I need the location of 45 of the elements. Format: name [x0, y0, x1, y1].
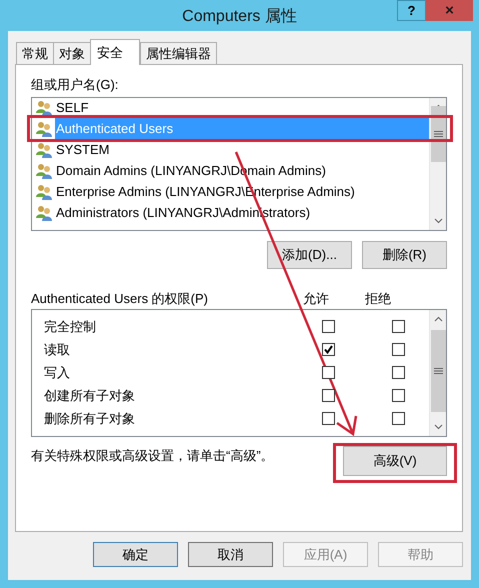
button[interactable]: 删除(R): [362, 241, 447, 269]
users-icon: [36, 204, 53, 220]
window-title: Computers 属性: [182, 7, 297, 27]
permission-name: 完全控制: [44, 318, 97, 336]
tab[interactable]: 安全: [90, 39, 140, 65]
tab[interactable]: 常规: [16, 42, 54, 64]
advanced-note: 有关特殊权限或高级设置，请单击“高级”。: [31, 447, 275, 465]
close-button[interactable]: ×: [426, 0, 473, 21]
users-icon: [36, 120, 53, 136]
checkbox[interactable]: [392, 366, 405, 379]
list-item[interactable]: SELF: [55, 98, 429, 118]
users-icon: [36, 162, 53, 178]
checkbox[interactable]: [392, 320, 405, 333]
permission-name: 读取: [44, 340, 71, 359]
column-header: 拒绝: [364, 290, 392, 308]
checkbox[interactable]: [322, 366, 335, 379]
permission-name: 删除所有子对象: [44, 410, 136, 428]
button[interactable]: 确定: [93, 542, 178, 567]
tab[interactable]: 属性编辑器: [140, 42, 217, 64]
users-icon: [36, 184, 53, 200]
scrollbar[interactable]: [429, 98, 446, 230]
group-label: 组或用户名(G):: [31, 76, 120, 94]
permissions-label: Authenticated Users 的权限(P): [31, 290, 210, 308]
checkbox[interactable]: [392, 389, 405, 402]
checkbox[interactable]: [322, 320, 335, 333]
checkbox[interactable]: [392, 412, 405, 425]
scrollbar[interactable]: [429, 310, 446, 436]
permission-name: 创建所有子对象: [44, 386, 136, 405]
checkbox[interactable]: [322, 389, 335, 402]
permission-name: 写入: [44, 364, 71, 382]
advanced-button[interactable]: 高级(V): [343, 446, 447, 476]
scroll-up-icon[interactable]: [434, 316, 442, 322]
scroll-thumb[interactable]: [430, 330, 446, 412]
users-icon: [36, 100, 53, 116]
button[interactable]: 取消: [188, 542, 273, 567]
button[interactable]: 添加(D)...: [267, 241, 352, 269]
users-icon: [36, 142, 53, 158]
checkbox[interactable]: [322, 412, 335, 425]
checkbox[interactable]: [392, 343, 405, 356]
list-item[interactable]: SYSTEM: [55, 139, 429, 160]
checkbox[interactable]: [322, 343, 335, 356]
scroll-down-icon[interactable]: [434, 424, 442, 430]
column-header: 允许: [302, 290, 330, 308]
help-button[interactable]: ?: [397, 0, 426, 21]
scroll-down-icon[interactable]: [434, 218, 442, 224]
